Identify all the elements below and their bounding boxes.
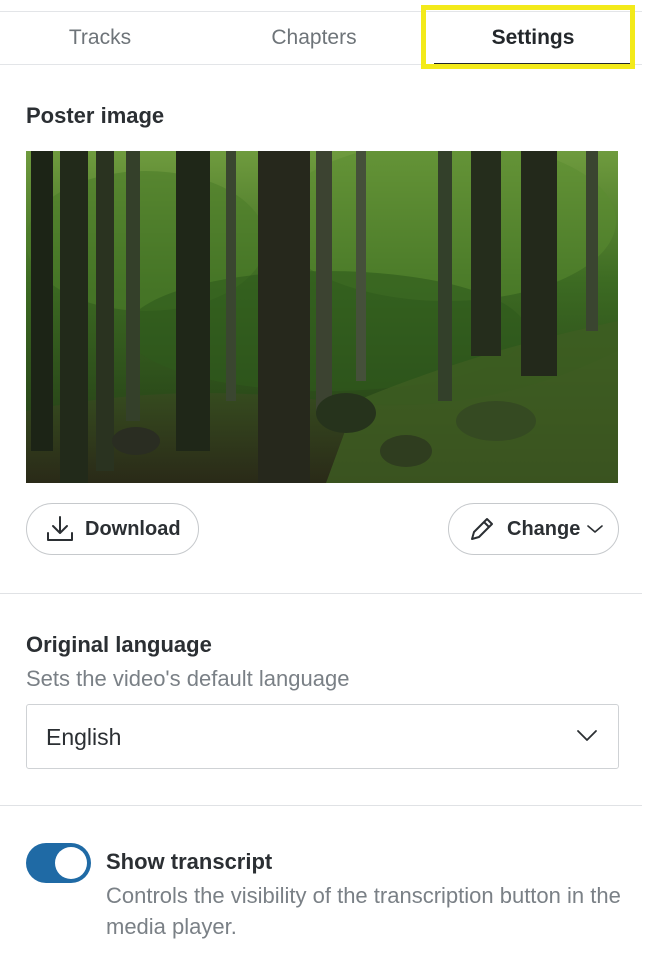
show-transcript-description: Controls the visibility of the transcrip… — [106, 883, 621, 939]
section-divider — [0, 593, 642, 594]
pencil-icon — [471, 518, 493, 540]
download-label: Download — [85, 517, 181, 540]
poster-image — [26, 151, 618, 483]
chevron-down-icon — [577, 730, 597, 741]
language-select-value: English — [46, 724, 122, 750]
language-select[interactable]: English — [26, 704, 619, 769]
toggle-knob — [55, 847, 87, 879]
download-icon — [47, 516, 73, 541]
show-transcript-toggle[interactable] — [26, 843, 91, 883]
download-button[interactable]: Download — [26, 503, 199, 555]
change-button[interactable]: Change — [448, 503, 619, 555]
change-label: Change — [507, 517, 581, 540]
language-subtitle: Sets the video's default language — [26, 666, 350, 691]
tab-tracks[interactable]: Tracks — [0, 12, 200, 64]
show-transcript-label: Show transcript — [106, 849, 273, 874]
chevron-down-icon — [587, 525, 604, 533]
language-title: Original language — [26, 632, 212, 657]
section-divider — [0, 805, 642, 806]
poster-title: Poster image — [26, 103, 165, 128]
highlight-box — [421, 5, 635, 69]
forest-image — [26, 151, 618, 483]
tab-chapters[interactable]: Chapters — [200, 12, 428, 64]
